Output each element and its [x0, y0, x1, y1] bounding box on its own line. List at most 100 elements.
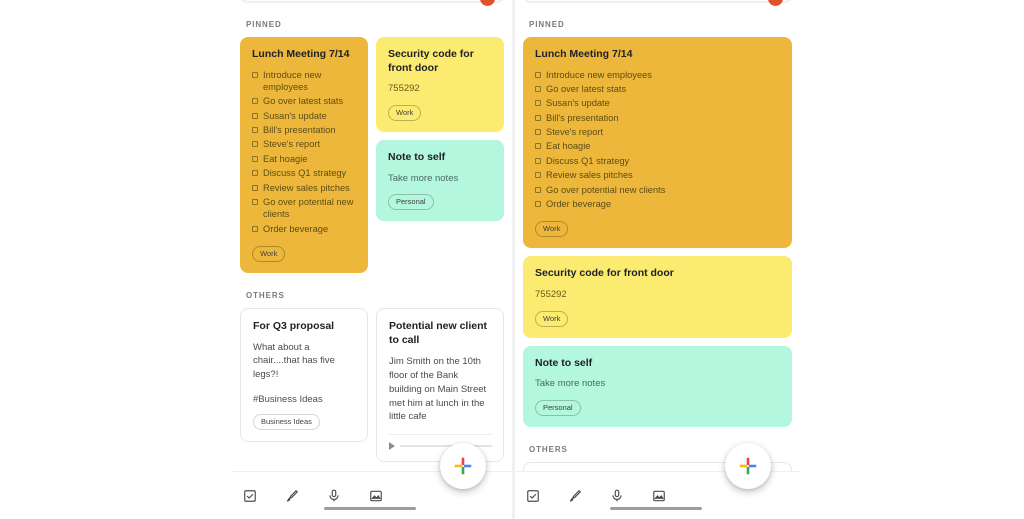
checklist: Introduce new employees Go over latest s…	[535, 69, 781, 211]
note-tag-chip[interactable]: Business Ideas	[253, 413, 320, 430]
note-title: Lunch Meeting 7/14	[535, 48, 633, 60]
note-body: Jim Smith on the 10th floor of the Bank …	[389, 356, 487, 423]
list-item[interactable]: Introduce new employees	[252, 69, 357, 94]
image-icon[interactable]	[651, 488, 667, 504]
list-item[interactable]: Bill's presentation	[252, 124, 357, 136]
list-item-label: Bill's presentation	[546, 112, 619, 123]
note-card-lunch-meeting[interactable]: Lunch Meeting 7/14 Introduce new employe…	[240, 37, 368, 273]
list-item[interactable]: Order beverage	[252, 223, 357, 235]
phone-panel-right: PINNED Lunch Meeting 7/14 Introduce new …	[515, 0, 800, 519]
checkbox-icon[interactable]	[252, 71, 258, 78]
create-note-fab[interactable]	[440, 443, 486, 489]
avatar[interactable]	[480, 0, 495, 6]
note-tag-chip[interactable]: Personal	[388, 194, 434, 211]
checkbox-icon[interactable]	[535, 100, 541, 107]
list-item-label: Steve's report	[546, 127, 604, 138]
list-item-label: Susan's update	[546, 98, 610, 109]
list-item[interactable]: Review sales pitches	[252, 182, 357, 194]
checkbox-icon[interactable]	[252, 184, 258, 191]
list-item[interactable]: Review sales pitches	[535, 169, 781, 181]
microphone-icon[interactable]	[326, 488, 342, 504]
checkbox-icon[interactable]	[535, 143, 541, 150]
list-item[interactable]: Susan's update	[535, 97, 781, 109]
list-item-label: Go over latest stats	[546, 84, 627, 94]
checkbox-icon[interactable]	[535, 186, 541, 193]
checkbox-icon[interactable]	[535, 129, 541, 136]
list-item[interactable]: Steve's report	[535, 126, 781, 138]
checkbox-icon[interactable]	[252, 141, 258, 148]
note-card-note-to-self[interactable]: Note to self Take more notes Personal	[523, 345, 792, 428]
list-item[interactable]: Introduce new employees	[535, 69, 781, 81]
checkbox-icon[interactable]	[252, 198, 258, 205]
checkbox-icon[interactable]	[535, 157, 541, 164]
checkbox-icon[interactable]	[252, 155, 258, 162]
checkbox-icon[interactable]	[535, 172, 541, 179]
list-item-label: Order beverage	[546, 198, 612, 209]
create-note-fab[interactable]	[725, 443, 771, 489]
brush-icon[interactable]	[567, 488, 583, 504]
others-column-1: For Q3 proposal What about a chair....th…	[240, 307, 368, 442]
list-item[interactable]: Go over potential new clients	[535, 184, 781, 196]
checkbox-icon[interactable]	[252, 98, 258, 105]
checkbox-icon[interactable]	[252, 170, 258, 177]
list-item-label: Go over potential new clients	[263, 196, 354, 220]
note-card-security-code[interactable]: Security code for front door 755292 Work	[376, 37, 504, 133]
list-item[interactable]: Go over latest stats	[252, 95, 357, 107]
screenshot-root: PINNED Lunch Meeting 7/14 Introduce new …	[0, 0, 1024, 519]
microphone-icon[interactable]	[609, 488, 625, 504]
checkbox-icon[interactable]	[252, 112, 258, 119]
note-title: Security code for front door	[535, 267, 674, 280]
note-card-security-code[interactable]: Security code for front door 755292 Work	[523, 256, 792, 338]
note-hashtag: #Business Ideas	[253, 393, 323, 405]
list-item[interactable]: Eat hoagie	[535, 140, 781, 152]
list-item[interactable]: Steve's report	[252, 138, 357, 150]
checkbox-icon[interactable]	[535, 114, 541, 121]
note-card-potential-client[interactable]: Potential new client to call Jim Smith o…	[376, 307, 504, 463]
note-tag-chip[interactable]: Work	[388, 105, 422, 122]
checkbox-icon[interactable]	[535, 71, 541, 78]
checkbox-icon[interactable]	[252, 225, 258, 232]
pinned-column-2: Security code for front door 755292 Work…	[376, 37, 504, 222]
notes-scroll-left[interactable]: PINNED Lunch Meeting 7/14 Introduce new …	[232, 0, 512, 519]
search-bar-right[interactable]	[523, 0, 792, 6]
note-tag-chip[interactable]: Work	[535, 310, 569, 327]
list-item[interactable]: Discuss Q1 strategy	[252, 167, 357, 179]
list-item-label: Review sales pitches	[263, 182, 350, 193]
audio-progress-bar[interactable]	[400, 445, 492, 448]
list-item[interactable]: Bill's presentation	[535, 112, 781, 124]
section-label-others-left: OTHERS	[246, 290, 285, 300]
list-item[interactable]: Susan's update	[252, 110, 357, 122]
list-item-label: Discuss Q1 strategy	[546, 155, 630, 166]
list-item[interactable]: Go over latest stats	[535, 83, 781, 95]
brush-icon[interactable]	[284, 488, 300, 504]
list-item-label: Steve's report	[263, 139, 321, 150]
play-icon[interactable]	[389, 442, 395, 451]
checkbox-icon[interactable]	[252, 127, 258, 134]
note-card-lunch-meeting[interactable]: Lunch Meeting 7/14 Introduce new employe…	[523, 37, 792, 249]
checkbox-icon[interactable]	[535, 86, 541, 92]
note-card-q3-proposal[interactable]: For Q3 proposal What about a chair....th…	[240, 307, 368, 442]
note-card-note-to-self[interactable]: Note to self Take more notes Personal	[376, 140, 504, 222]
checkbox-icon[interactable]	[525, 488, 541, 504]
list-item[interactable]: Order beverage	[535, 198, 781, 210]
list-item-label: Introduce new employees	[546, 69, 652, 80]
note-tag-chip[interactable]: Work	[535, 221, 569, 238]
note-tag-chip[interactable]: Personal	[535, 400, 581, 417]
list-item-label: Go over potential new clients	[546, 184, 666, 195]
list-item[interactable]: Discuss Q1 strategy	[535, 155, 781, 167]
note-title: Potential new client to call	[389, 319, 488, 346]
image-icon[interactable]	[368, 488, 384, 504]
checkbox-icon[interactable]	[535, 200, 541, 207]
checkbox-icon[interactable]	[242, 488, 258, 504]
list-item[interactable]: Eat hoagie	[252, 153, 357, 165]
note-tag-chip[interactable]: Work	[252, 245, 286, 262]
list-item-label: Bill's presentation	[263, 125, 336, 136]
pinned-cards-left: Lunch Meeting 7/14 Introduce new employe…	[240, 37, 504, 273]
search-bar-left[interactable]	[240, 0, 504, 6]
note-title: Lunch Meeting 7/14	[252, 48, 350, 60]
section-label-pinned-left: PINNED	[246, 20, 282, 29]
list-item[interactable]: Go over potential new clients	[252, 196, 357, 221]
avatar[interactable]	[768, 0, 783, 6]
checklist: Introduce new employees Go over latest s…	[252, 69, 357, 235]
notes-scroll-right[interactable]: PINNED Lunch Meeting 7/14 Introduce new …	[515, 0, 800, 519]
